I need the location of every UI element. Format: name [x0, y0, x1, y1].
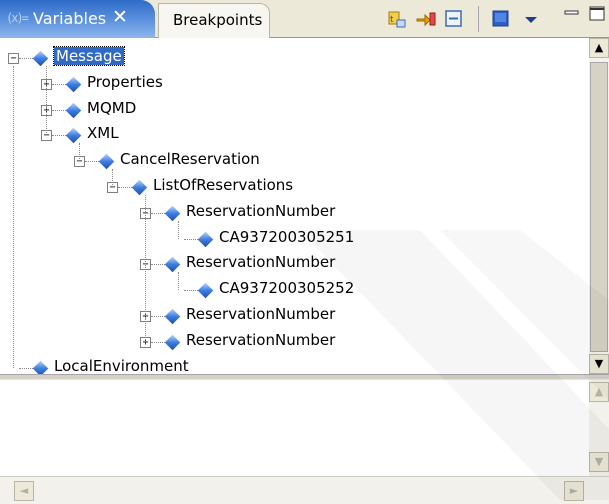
variable-node-icon: [131, 179, 148, 196]
tree-node-label[interactable]: MQMD: [87, 99, 136, 117]
tab-variables-label: Variables: [33, 9, 107, 28]
tree-node-label[interactable]: Properties: [87, 73, 163, 91]
scroll-left-button[interactable]: ◄: [14, 481, 34, 501]
tree-row[interactable]: − ReservationNumber: [0, 201, 589, 225]
tree-vertical-scrollbar[interactable]: ▲ ▼: [589, 38, 609, 374]
tree-connector: [52, 83, 66, 85]
tree-node-label[interactable]: Message: [53, 46, 125, 66]
tree-row[interactable]: LocalEnvironment: [0, 356, 589, 374]
detail-scroll-up-button[interactable]: ▲: [589, 382, 609, 402]
view-menu-chevron-icon[interactable]: [520, 8, 542, 30]
tree-connector: [112, 169, 113, 187]
tree-row[interactable]: + ReservationNumber: [0, 330, 589, 354]
change-value-icon[interactable]: [415, 8, 437, 30]
tree-connector: [184, 290, 198, 292]
tree-connector: [85, 161, 99, 163]
scroll-thumb[interactable]: [590, 62, 608, 352]
tree-node-label[interactable]: CA937200305251: [219, 228, 354, 246]
tree-node-label[interactable]: LocalEnvironment: [54, 357, 189, 374]
tree-row[interactable]: + ReservationNumber: [0, 304, 589, 328]
tab-variables[interactable]: (x)= Variables ✕: [0, 0, 155, 38]
view-tab-bar: (x)= Variables ✕ Breakpoints t: [0, 0, 609, 38]
tab-breakpoints-label: Breakpoints: [173, 11, 263, 29]
tree-row[interactable]: − Message: [0, 46, 589, 70]
tree-connector: [19, 58, 33, 59]
scroll-down-button[interactable]: ▼: [589, 354, 609, 374]
tree-connector: [184, 238, 198, 240]
detail-pane[interactable]: [0, 380, 589, 476]
tree-connector: [13, 66, 14, 368]
tree-row[interactable]: CA937200305251: [0, 227, 589, 251]
variable-node-icon: [32, 50, 49, 67]
variable-node-icon: [164, 334, 181, 351]
variable-node-icon: [164, 308, 181, 325]
variables-view-icon: (x)=: [6, 11, 29, 25]
variable-node-icon: [197, 231, 214, 247]
tree-node-label[interactable]: XML: [87, 124, 119, 142]
scroll-up-button[interactable]: ▲: [589, 38, 609, 58]
scroll-right-button[interactable]: ►: [564, 481, 584, 501]
tree-node-label[interactable]: ReservationNumber: [186, 202, 335, 220]
show-type-names-icon[interactable]: t: [386, 8, 408, 30]
tree-row[interactable]: CA937200305252: [0, 278, 589, 302]
tree-connector: [178, 220, 179, 239]
tree-row[interactable]: + MQMD: [0, 98, 589, 122]
tree-node-label[interactable]: ReservationNumber: [186, 305, 335, 323]
tree-connector: [151, 316, 165, 317]
tree-node-label[interactable]: ReservationNumber: [186, 253, 335, 271]
tree-connector: [151, 264, 165, 266]
maximize-detail-icon[interactable]: [490, 8, 512, 30]
detail-vertical-scrollbar[interactable]: ▲ ▼: [589, 380, 609, 476]
toolbar-separator: [478, 6, 479, 32]
variable-node-icon: [164, 205, 181, 222]
variable-node-icon: [65, 128, 82, 144]
tree-connector: [52, 109, 66, 111]
tree-connector: [151, 341, 165, 343]
tree-node-label[interactable]: ListOfReservations: [153, 176, 293, 194]
tree-connector: [151, 212, 165, 214]
collapse-icon[interactable]: −: [8, 53, 19, 64]
svg-text:t: t: [390, 15, 394, 25]
tree-node-label[interactable]: CancelReservation: [120, 150, 260, 168]
close-icon[interactable]: ✕: [112, 6, 128, 28]
tree-connector: [145, 195, 146, 342]
tree-row[interactable]: − CancelReservation: [0, 149, 589, 173]
variable-node-icon: [65, 76, 82, 93]
tree-connector: [178, 272, 179, 291]
tree-node-label[interactable]: ReservationNumber: [186, 331, 335, 349]
tree-connector: [52, 135, 66, 137]
variables-tree[interactable]: − Message + Properties + MQMD − XML − CancelReser…: [0, 38, 589, 374]
variable-node-icon: [32, 360, 49, 374]
variable-node-icon: [98, 153, 115, 170]
tree-row[interactable]: − ReservationNumber: [0, 252, 589, 276]
variable-node-icon: [65, 102, 82, 118]
collapse-all-icon[interactable]: [443, 8, 465, 30]
maximize-icon[interactable]: [588, 4, 609, 26]
tab-breakpoints[interactable]: Breakpoints: [158, 3, 270, 38]
tree-node-label[interactable]: CA937200305252: [219, 279, 354, 297]
detail-scroll-down-button[interactable]: ▼: [589, 452, 609, 472]
tree-row[interactable]: + Properties: [0, 72, 589, 96]
tree-connector: [46, 66, 47, 136]
minimize-icon[interactable]: [563, 4, 585, 26]
tree-connector: [118, 187, 132, 188]
variable-node-icon: [197, 282, 214, 299]
tree-row[interactable]: − ListOfReservations: [0, 175, 589, 199]
detail-horizontal-scrollbar[interactable]: ◄ ►: [0, 476, 609, 504]
tree-connector: [19, 367, 33, 369]
tree-connector: [79, 143, 80, 162]
tree-row[interactable]: − XML: [0, 123, 589, 147]
variable-node-icon: [164, 257, 181, 273]
